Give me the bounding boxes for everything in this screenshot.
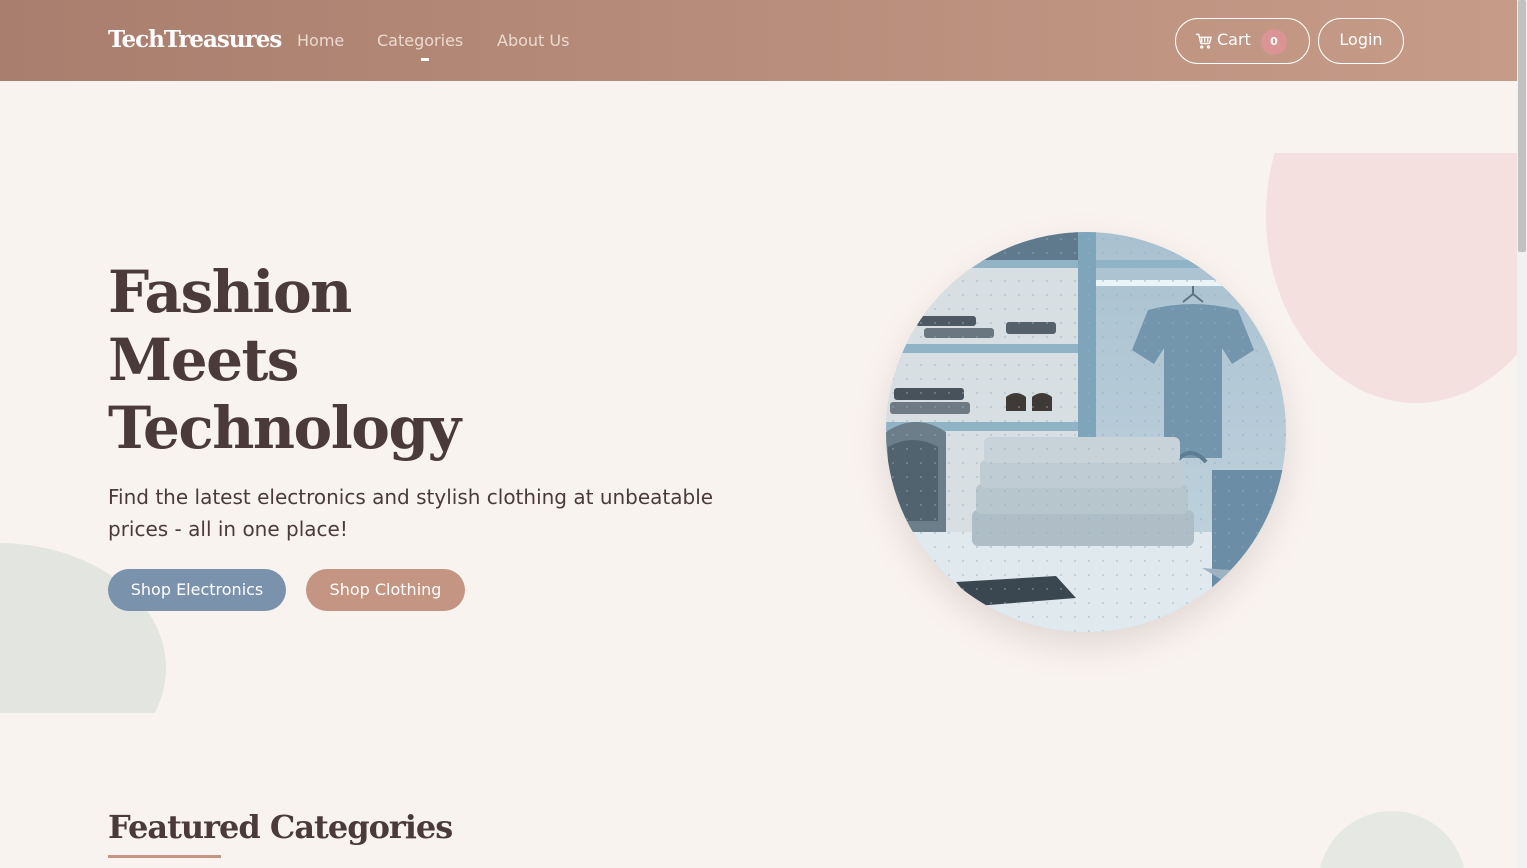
nav-link-home[interactable]: Home [297,31,344,50]
nav-link-about-us[interactable]: About Us [497,31,569,50]
hero-title: Fashion Meets Technology [108,258,461,462]
page-scrollbar[interactable] [1517,0,1527,868]
login-button[interactable]: Login [1318,18,1404,64]
shop-clothing-button[interactable]: Shop Clothing [306,569,465,611]
decorative-pink-circle [1266,153,1517,403]
scrollbar-thumb[interactable] [1518,0,1526,252]
shop-electronics-button[interactable]: Shop Electronics [108,569,286,611]
nav-active-indicator [421,58,429,61]
cart-count-badge: 0 [1261,29,1287,55]
hero-title-line: Fashion [108,258,352,326]
brand-logo[interactable]: TechTreasures [108,26,282,53]
hero-subtitle: Find the latest electronics and stylish … [108,485,714,541]
nav-link-categories[interactable]: Categories [377,31,463,50]
cart-label: Cart [1217,30,1251,49]
hero-image [886,232,1286,632]
hero-title-line: Technology [108,394,461,462]
decorative-green-circle-right [1318,811,1466,868]
navbar: TechTreasures Home Categories About Us C… [0,0,1517,81]
featured-categories-title: Featured Categories [108,808,453,846]
hero-title-line: Meets [108,326,299,394]
cart-icon [1195,33,1212,49]
cart-button[interactable]: Cart 0 [1175,18,1310,64]
section-title-underline [108,855,221,858]
